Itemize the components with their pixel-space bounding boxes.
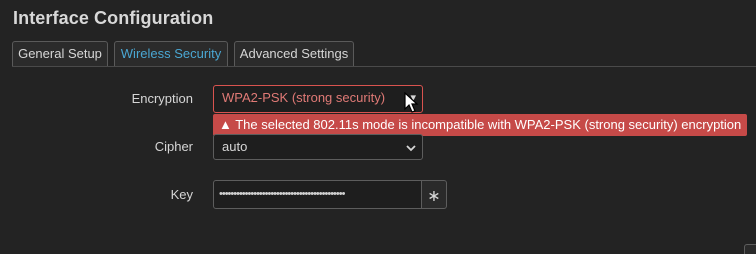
reveal-key-button[interactable]: ∗ <box>421 180 447 209</box>
key-label: Key <box>170 187 193 202</box>
interface-configuration-page: Interface Configuration General Setup Wi… <box>0 0 756 254</box>
cipher-value: auto <box>222 139 248 154</box>
tab-divider <box>12 66 756 67</box>
chevron-down-icon <box>406 135 416 170</box>
tab-general-setup[interactable]: General Setup <box>12 41 108 67</box>
partial-button <box>744 244 756 254</box>
encryption-select[interactable]: WPA2-PSK (strong security) ▾ <box>213 85 423 113</box>
cipher-select[interactable]: auto <box>213 134 423 160</box>
tab-advanced-settings[interactable]: Advanced Settings <box>234 41 354 67</box>
encryption-value: WPA2-PSK (strong security) <box>222 90 386 105</box>
page-title: Interface Configuration <box>13 8 214 28</box>
encryption-error-tooltip: ▲ The selected 802.11s mode is incompati… <box>213 114 748 136</box>
key-input[interactable]: ••••••••••••••••••••••••••••••••••••••••… <box>213 180 422 209</box>
cipher-label: Cipher <box>154 139 193 154</box>
encryption-label: Encryption <box>131 91 193 106</box>
asterisk-icon: ∗ <box>427 188 441 205</box>
tab-wireless-security[interactable]: Wireless Security <box>114 41 228 67</box>
mouse-pointer-icon <box>404 92 419 113</box>
